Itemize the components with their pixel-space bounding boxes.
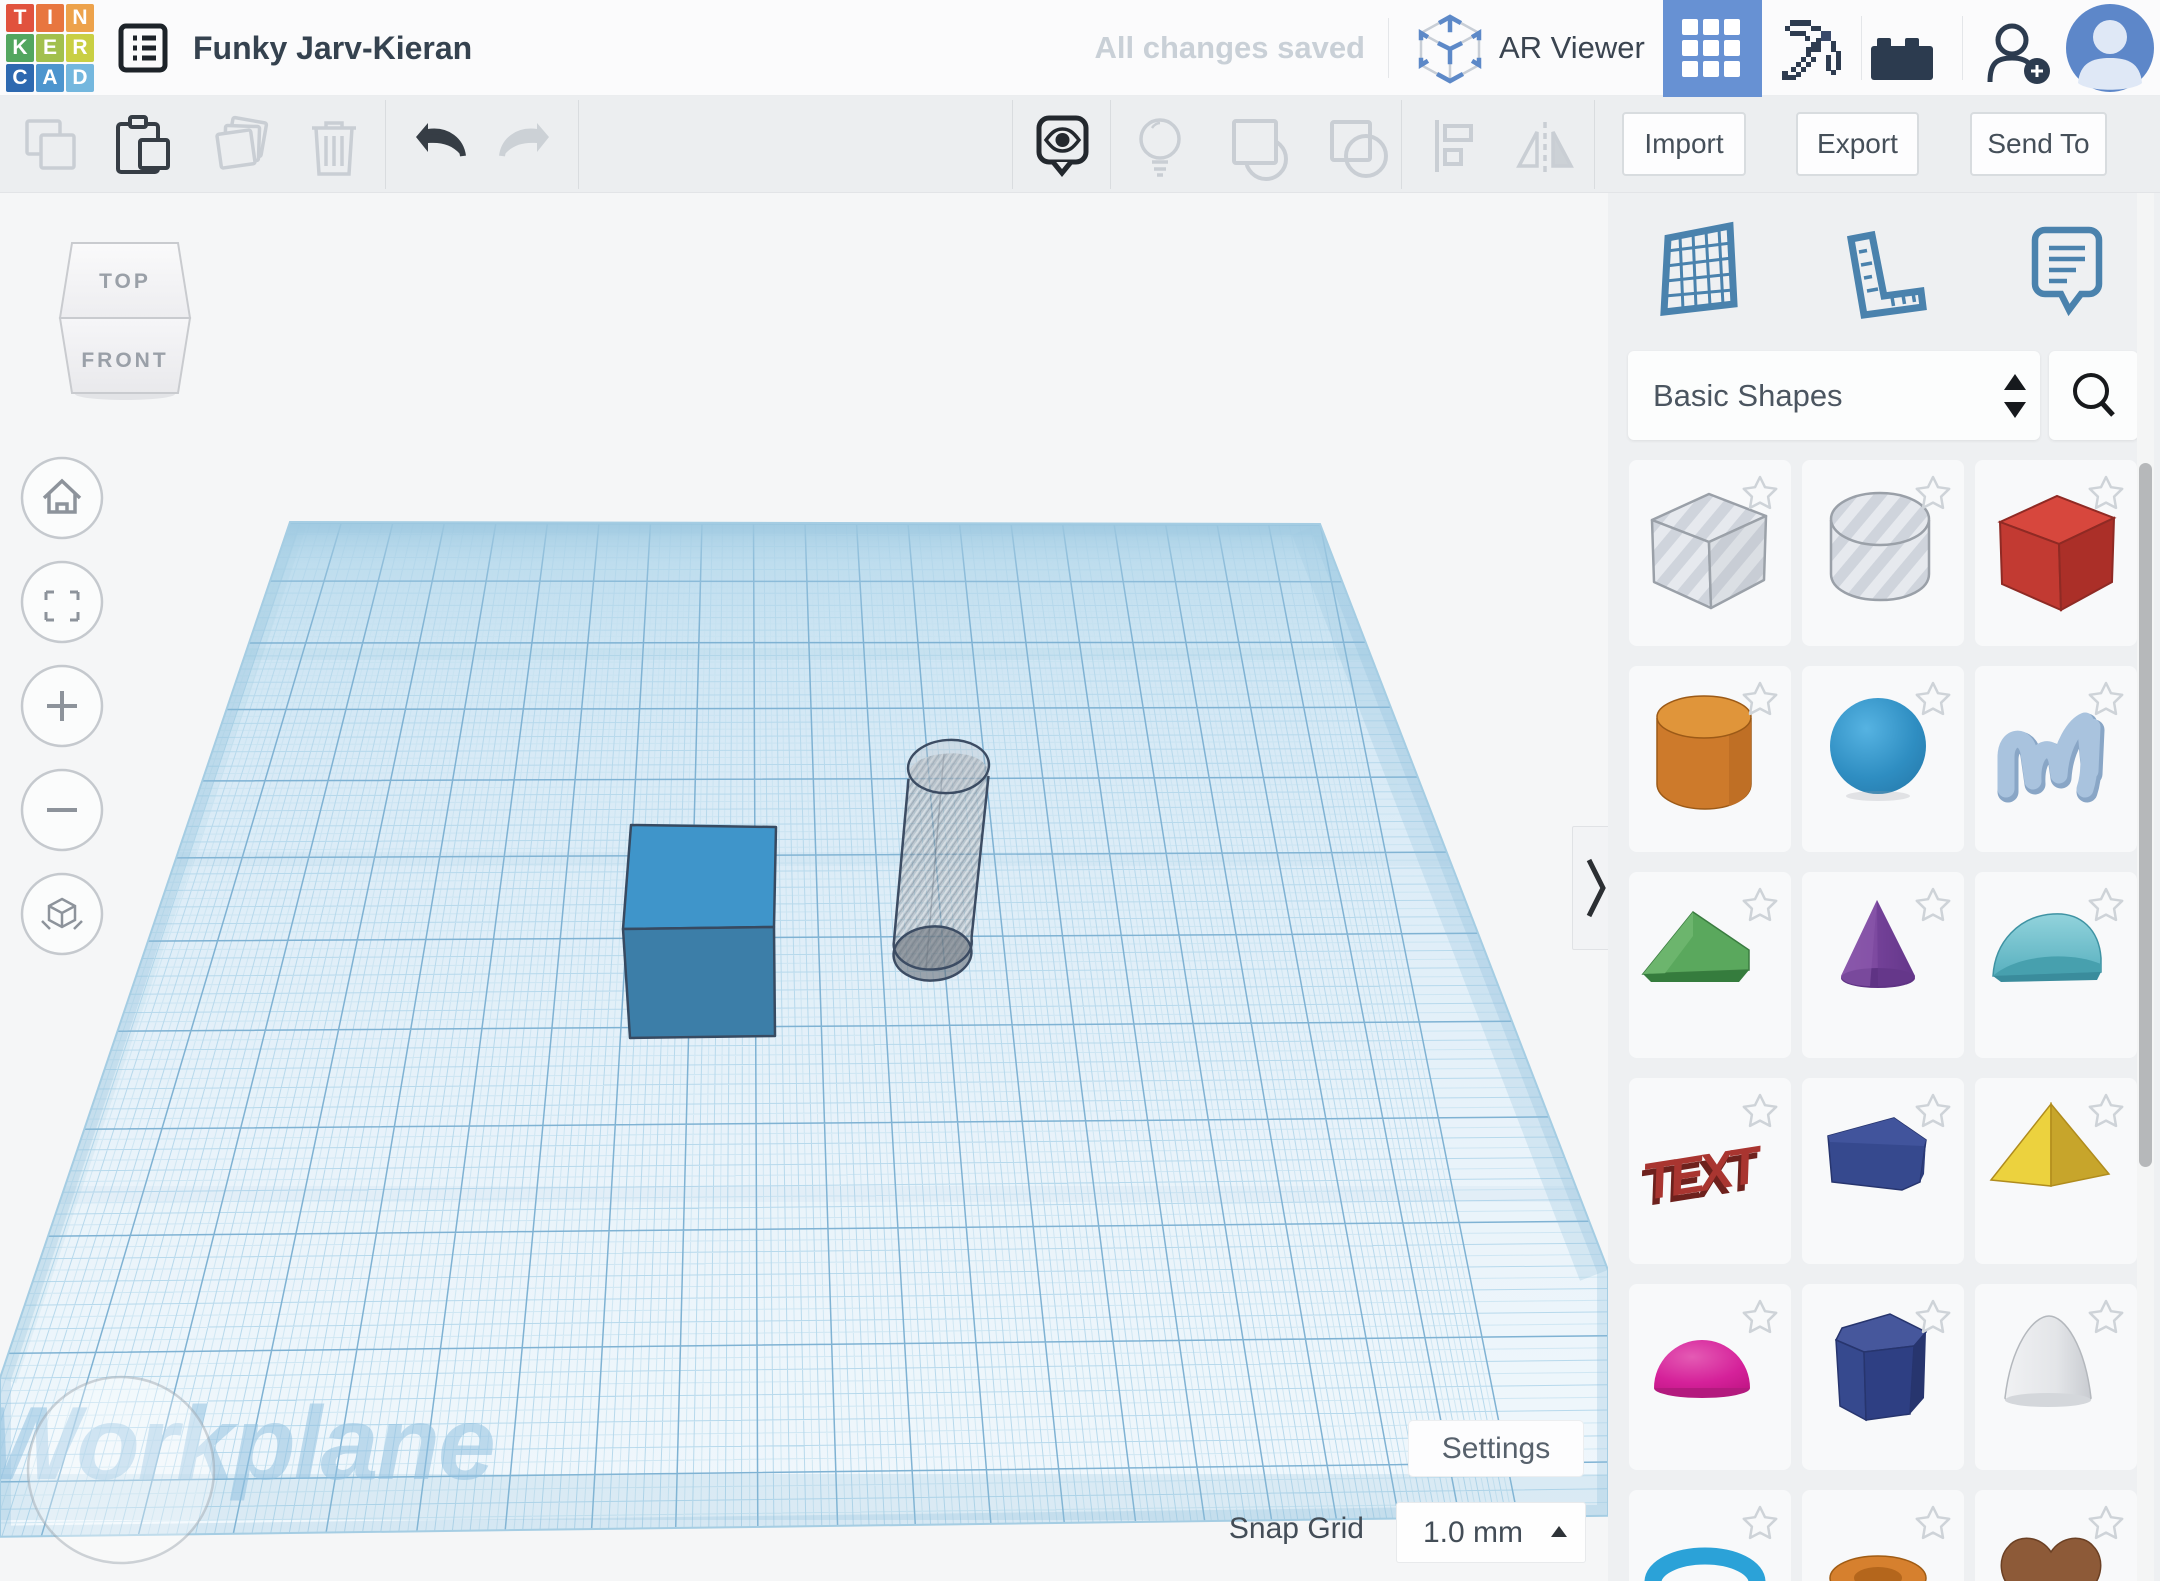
svg-text:TOP: TOP [99, 270, 151, 293]
svg-text:FRONT: FRONT [81, 349, 168, 372]
